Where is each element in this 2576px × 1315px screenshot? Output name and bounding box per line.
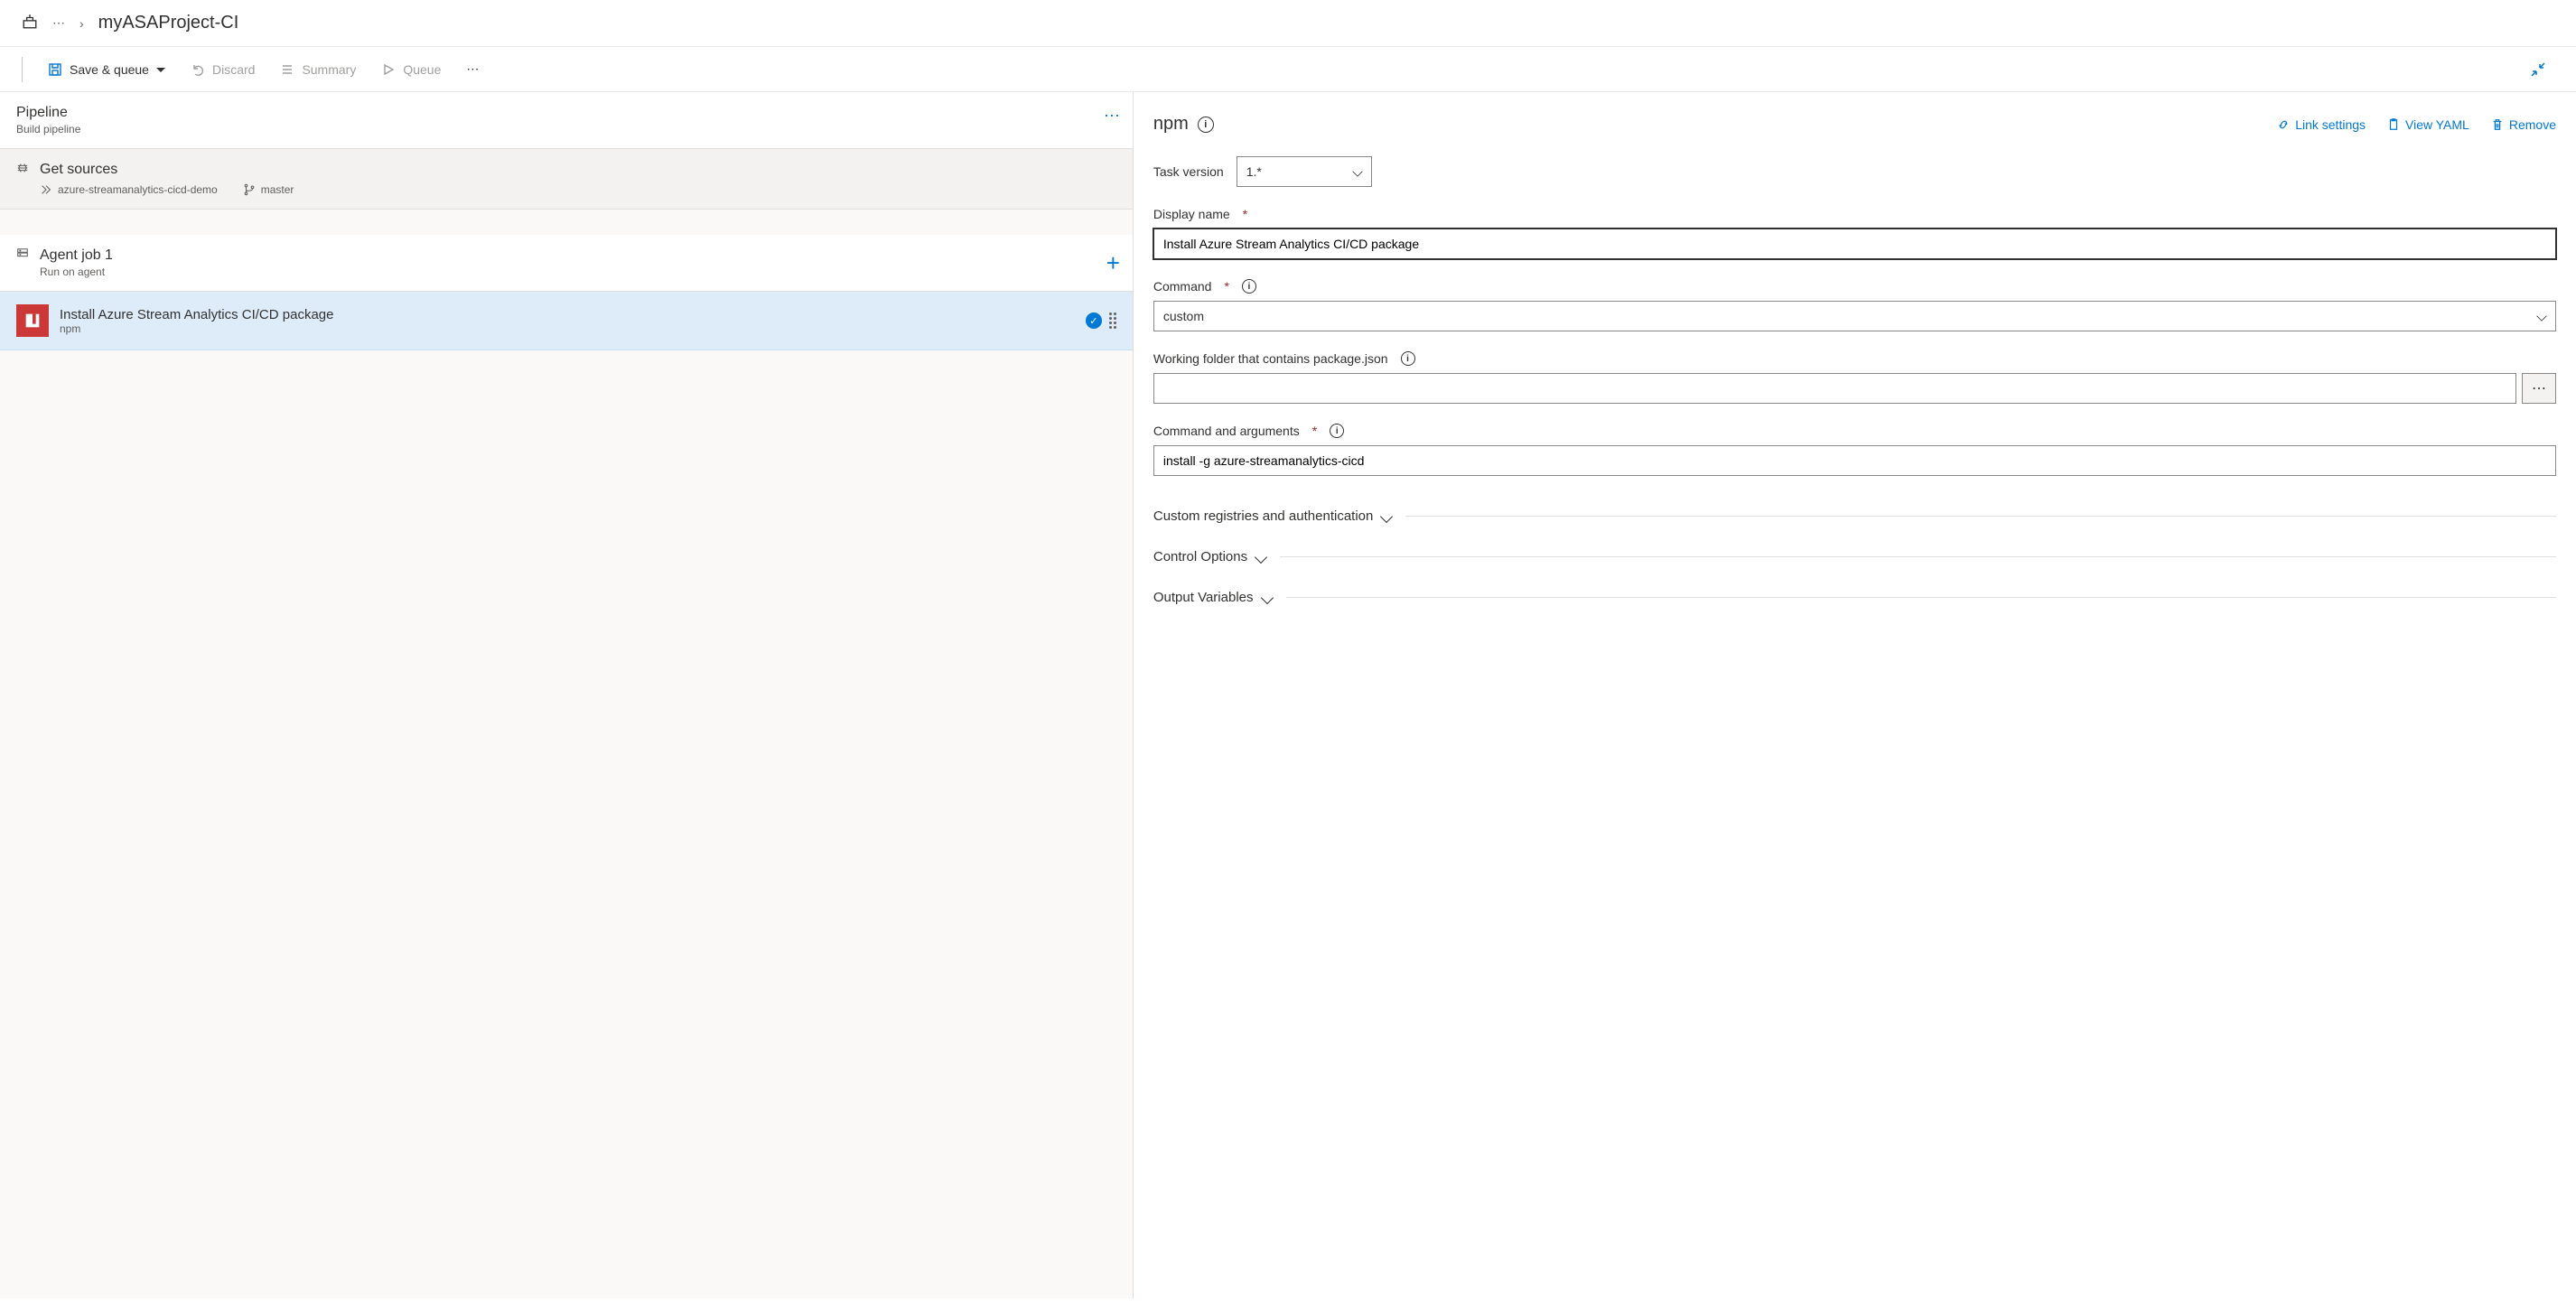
task-subtitle: npm (60, 322, 333, 335)
agent-icon (16, 247, 29, 263)
task-version-select[interactable]: 1.* (1237, 156, 1372, 187)
browse-folder-button[interactable]: ⋯ (2522, 373, 2556, 404)
chevron-down-icon (2536, 311, 2546, 321)
agent-job-subtitle: Run on agent (40, 266, 113, 278)
task-title: Install Azure Stream Analytics CI/CD pac… (60, 307, 333, 322)
save-queue-label: Save & queue (70, 62, 149, 77)
toolbar-more-button[interactable]: ⋯ (457, 56, 488, 82)
breadcrumb-ellipsis[interactable]: ⋯ (52, 15, 65, 31)
discard-label: Discard (212, 62, 255, 77)
chevron-down-icon (1352, 166, 1362, 176)
command-label: Command* i (1153, 279, 2556, 294)
summary-icon (280, 62, 294, 77)
sources-title: Get sources (40, 162, 294, 178)
drag-handle[interactable] (1109, 312, 1116, 329)
task-version-label: Task version (1153, 164, 1224, 179)
info-icon[interactable]: i (1242, 279, 1256, 294)
undo-icon (191, 62, 205, 77)
branch-icon (243, 183, 256, 196)
repo-name: azure-streamanalytics-cicd-demo (40, 183, 218, 196)
summary-button[interactable]: Summary (271, 57, 365, 82)
branch-name: master (243, 183, 294, 196)
breadcrumb-title: myASAProject-CI (98, 13, 239, 33)
npm-icon (16, 304, 49, 337)
sources-icon (16, 162, 29, 177)
discard-button[interactable]: Discard (182, 57, 264, 82)
chevron-down-icon (156, 68, 165, 77)
pipeline-more-button[interactable]: ⋯ (1104, 107, 1120, 126)
display-name-label: Display name* (1153, 207, 2556, 221)
link-icon (2277, 118, 2290, 131)
collapse-icon (2531, 62, 2545, 77)
task-valid-icon: ✓ (1086, 312, 1102, 329)
breadcrumb: ⋯ › myASAProject-CI (0, 0, 2576, 47)
info-icon[interactable]: i (1401, 351, 1415, 366)
info-icon[interactable]: i (1330, 424, 1344, 438)
working-folder-label: Working folder that contains package.jso… (1153, 351, 2556, 366)
breadcrumb-separator: › (79, 16, 84, 31)
trash-icon (2491, 118, 2504, 131)
section-output-variables[interactable]: Output Variables (1153, 577, 2556, 618)
detail-title: npm i (1153, 114, 1214, 135)
save-icon (48, 62, 62, 77)
save-queue-button[interactable]: Save & queue (39, 57, 174, 82)
summary-label: Summary (302, 62, 356, 77)
command-select[interactable]: custom (1153, 301, 2556, 331)
collapse-fullscreen-button[interactable] (2522, 57, 2554, 82)
toolbar: Save & queue Discard Summary Queue ⋯ (0, 47, 2576, 92)
pipeline-block[interactable]: Pipeline Build pipeline ⋯ (0, 92, 1133, 149)
pipeline-subtitle: Build pipeline (16, 123, 1116, 135)
clipboard-icon (2387, 118, 2400, 131)
view-yaml-button[interactable]: View YAML (2387, 117, 2469, 132)
agent-job-title: Agent job 1 (40, 247, 113, 264)
toolbar-divider (22, 57, 23, 82)
remove-button[interactable]: Remove (2491, 117, 2556, 132)
task-detail-panel: npm i Link settings View YAML Remove (1134, 92, 2576, 1299)
pipeline-title: Pipeline (16, 105, 1116, 121)
cmd-args-label: Command and arguments* i (1153, 424, 2556, 438)
section-control-options[interactable]: Control Options (1153, 536, 2556, 577)
task-row-npm[interactable]: Install Azure Stream Analytics CI/CD pac… (0, 292, 1133, 350)
info-icon[interactable]: i (1198, 117, 1214, 133)
section-registries[interactable]: Custom registries and authentication (1153, 496, 2556, 536)
play-icon (381, 62, 396, 77)
chevron-down-icon (1255, 550, 1267, 563)
add-task-button[interactable]: + (1106, 249, 1120, 277)
queue-label: Queue (403, 62, 441, 77)
get-sources-block[interactable]: Get sources azure-streamanalytics-cicd-d… (0, 149, 1133, 210)
agent-job-block[interactable]: Agent job 1 Run on agent + (0, 235, 1133, 292)
chevron-down-icon (1260, 591, 1273, 603)
queue-button[interactable]: Queue (372, 57, 450, 82)
display-name-input[interactable] (1153, 228, 2556, 259)
chevron-down-icon (1380, 509, 1393, 522)
cmd-args-input[interactable] (1153, 445, 2556, 476)
pipeline-tree: Pipeline Build pipeline ⋯ Get sources az… (0, 92, 1134, 1299)
main-split: Pipeline Build pipeline ⋯ Get sources az… (0, 92, 2576, 1299)
link-settings-button[interactable]: Link settings (2277, 117, 2366, 132)
repo-icon (40, 183, 52, 196)
pipeline-root-icon[interactable] (22, 14, 38, 33)
working-folder-input[interactable] (1153, 373, 2516, 404)
